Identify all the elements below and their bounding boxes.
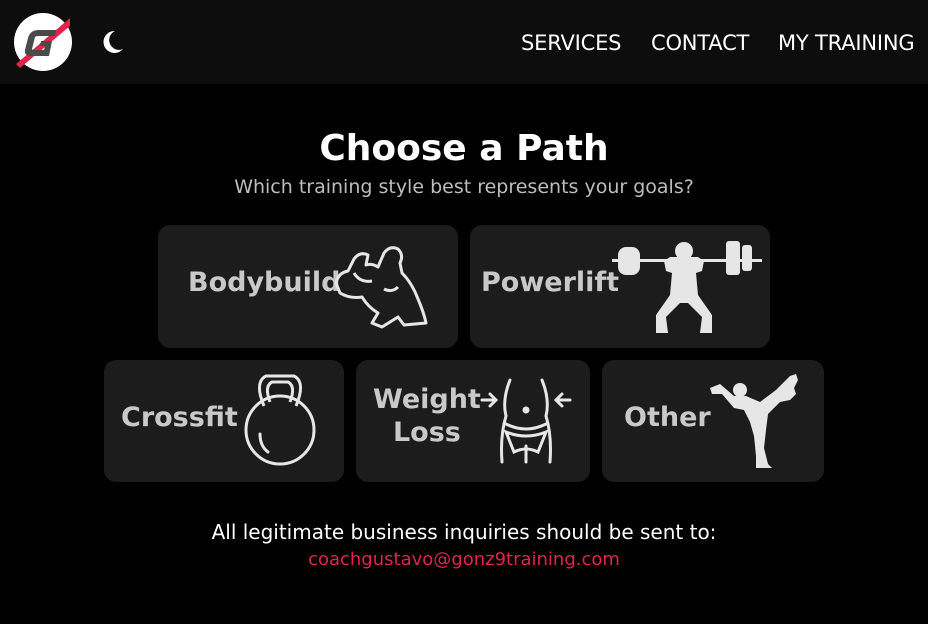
path-card-other[interactable]: Other — [602, 360, 824, 482]
path-label-other: Other — [624, 402, 711, 433]
footer-email-link[interactable]: coachgustavo@gonz9training.com — [0, 549, 928, 570]
path-card-crossfit[interactable]: Crossfit — [104, 360, 344, 482]
flexing-bodybuilder-icon — [334, 246, 428, 329]
yoga-pose-icon — [710, 374, 798, 468]
path-card-weight-loss[interactable]: Weight Loss — [356, 360, 590, 482]
weightlifter-icon — [612, 241, 762, 333]
g-logo-icon[interactable] — [12, 12, 74, 72]
waist-slimming-icon — [480, 378, 572, 464]
path-label-bodybuild: Bodybuild — [188, 267, 341, 298]
path-label-weight-loss: Weight Loss — [373, 384, 481, 448]
page-title: Choose a Path — [319, 128, 609, 169]
path-label-powerlift: Powerlift — [481, 267, 620, 298]
header-bar: SERVICES CONTACT MY TRAINING — [0, 0, 928, 84]
nav-contact-link[interactable]: CONTACT — [651, 31, 749, 55]
nav-services-link[interactable]: SERVICES — [521, 31, 621, 55]
moon-icon[interactable] — [99, 29, 125, 55]
path-label-weight-line1: Weight — [373, 384, 481, 415]
page-subtitle: Which training style best represents you… — [234, 176, 694, 198]
nav-my-training-link[interactable]: MY TRAINING — [778, 31, 915, 55]
path-card-bodybuild[interactable]: Bodybuild — [158, 225, 458, 348]
kettlebell-icon — [244, 374, 316, 466]
path-label-weight-line2: Loss — [392, 417, 461, 448]
footer-inquiries-text: All legitimate business inquiries should… — [211, 520, 717, 544]
path-card-powerlift[interactable]: Powerlift — [470, 225, 770, 348]
path-label-crossfit: Crossfit — [121, 402, 238, 433]
